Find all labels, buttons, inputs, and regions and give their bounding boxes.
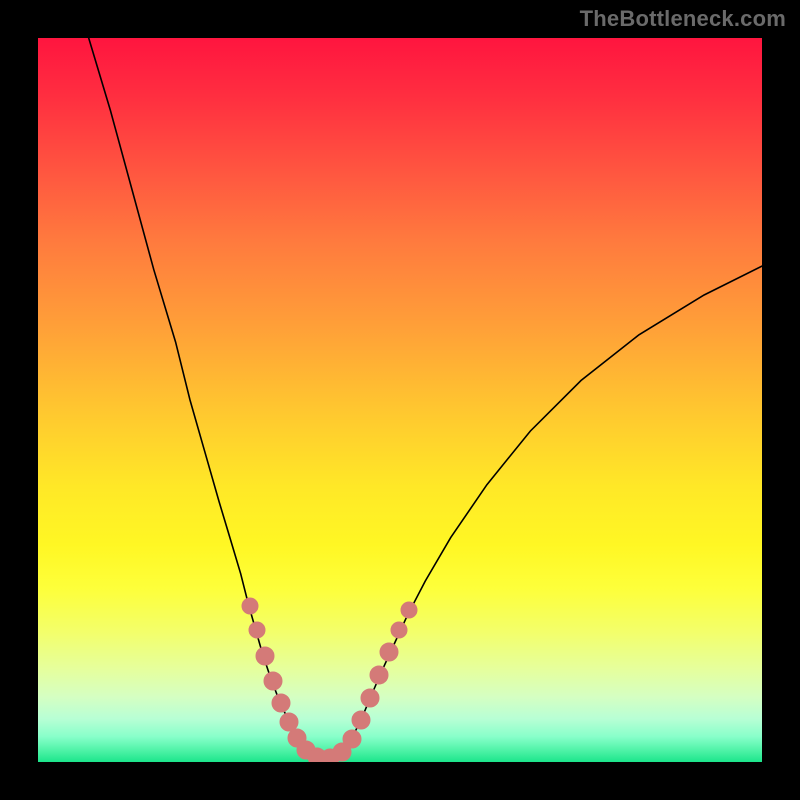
dotted-overlay [242, 598, 417, 762]
curve-left [89, 38, 305, 749]
curve-right [346, 266, 762, 749]
plot-area [38, 38, 762, 762]
bottleneck-curve [38, 38, 762, 762]
watermark-text: TheBottleneck.com [580, 6, 786, 32]
chart-frame: TheBottleneck.com [0, 0, 800, 800]
